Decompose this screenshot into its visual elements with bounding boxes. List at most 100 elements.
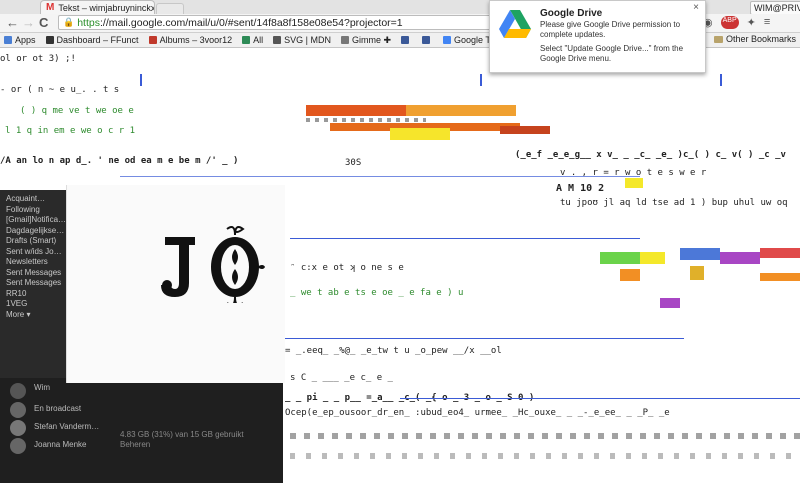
extension-icons: ◉ ABP ✦ ≡ [703, 16, 770, 29]
glitch-text: l 1 q in em e we o c r 1 [5, 126, 136, 136]
glitch-text: ( ) q me ve t we oe e [20, 106, 134, 116]
sidebar-item[interactable]: Dagdagelijkse… [6, 226, 66, 237]
adblock-icon[interactable]: ABP [720, 16, 739, 29]
glitch-line [400, 398, 800, 399]
close-icon[interactable]: × [693, 2, 699, 13]
glitch-strip [290, 453, 800, 459]
glitch-bar [500, 126, 550, 134]
glitch-text: tu jpoʊ jl aq ld tse ad 1 ) bup uhul uw … [560, 198, 788, 208]
bookmark-favicon-icon [340, 36, 349, 44]
google-drive-notification[interactable]: × Google Drive Please give Google Drive … [489, 0, 706, 73]
hangout-item[interactable]: Joanna Menke [34, 440, 86, 449]
attachment-preview [66, 185, 285, 383]
bookmark-item[interactable]: Albums – 3voor12 [148, 35, 232, 45]
glitch-text: 30S [345, 158, 362, 168]
glitch-text: = _.eeq_ _%@_ _e_tw t u _o_pew __/x __ol [285, 346, 502, 356]
glitch-text: A M 10 2 [556, 183, 605, 194]
sidebar-item[interactable]: RR10 [6, 289, 66, 300]
sidebar-item[interactable]: [Gmail]Notifica… [6, 215, 66, 226]
glitch-text: s C _ ___ _e c_ e _ [290, 373, 393, 383]
sidebar-item[interactable]: Sent w/ids Jo… [6, 247, 66, 258]
sidebar-label-list: Acquaint… Following [Gmail]Notifica… Dag… [6, 194, 66, 320]
glitch-bar [390, 128, 450, 140]
forward-icon[interactable]: → [22, 15, 35, 31]
folder-icon [713, 35, 723, 43]
gmail-favicon-icon: M [46, 2, 55, 13]
glitch-bar [306, 105, 406, 116]
glitch-bar [600, 252, 640, 264]
glitch-line [284, 338, 684, 339]
bookmark-favicon-icon [242, 36, 251, 44]
glitch-bar [640, 252, 665, 264]
bookmark-item[interactable]: Gimme ✚ [340, 34, 392, 46]
sidebar-item[interactable]: Sent Messages [6, 278, 66, 289]
gmail-page-glitched: ol or ot 3) ;! - or ( n ~ e u_. . t s ( … [0, 48, 800, 483]
bookmark-item[interactable]: All [242, 35, 263, 45]
glitch-bar [690, 266, 704, 280]
glitch-bar [406, 105, 516, 116]
bookmark-label: Gimme ✚ [351, 34, 392, 45]
glitch-bar [620, 269, 640, 281]
glitch-bar [760, 248, 800, 258]
glitch-bar [760, 273, 800, 281]
sidebar-item[interactable]: Drafts (Smart) [6, 236, 66, 247]
glitch-text: ᵔ c:x e ot ʞ o ne s e [290, 263, 404, 273]
sidebar-item[interactable]: Sent Messages [6, 268, 66, 279]
back-icon[interactable]: ← [6, 15, 19, 31]
url-path: ://mail.google.com/mail/u/0/#sent/14f8a8… [99, 16, 403, 29]
bookmark-favicon-icon [45, 36, 54, 44]
browser-tab-active[interactable]: M Tekst – wimjabruyninckx@ × [40, 0, 155, 14]
glitch-text: - or ( n ~ e u_. . t s [0, 85, 120, 95]
bookmark-item[interactable]: Apps [4, 35, 36, 45]
glitch-text: (_e_f _e_e_g__ x v_ _ _c_ _e_ )c_( ) c_ … [515, 150, 786, 160]
translate-icon[interactable]: ✦ [747, 16, 756, 29]
storage-manage-link[interactable]: Beheren [120, 440, 150, 449]
bookmark-item[interactable] [422, 36, 433, 44]
profile-button[interactable]: WIM@PRIVATE [750, 1, 800, 15]
other-bookmarks[interactable]: Other Bookmarks [713, 34, 796, 44]
avatar [10, 438, 26, 454]
glitch-text: _ we t ab e ts e oe _ e fa e ) u [290, 288, 464, 298]
bookmark-favicon-icon [273, 36, 282, 44]
sidebar-item[interactable]: Following [6, 205, 66, 216]
google-drive-icon [499, 10, 531, 38]
bookmark-favicon-icon [443, 36, 452, 44]
url-scheme: https [77, 16, 100, 29]
notification-message: Please give Google Drive permission to c… [540, 20, 681, 39]
glitch-bar [720, 252, 760, 264]
bookmark-item[interactable] [401, 36, 412, 44]
hangout-item[interactable]: Wim [34, 383, 50, 392]
sidebar-item[interactable]: Acquaint… [6, 194, 66, 205]
bookmark-favicon-icon [148, 36, 157, 44]
bookmark-favicon-icon [401, 36, 410, 44]
glitch-bar [625, 178, 643, 188]
hangout-item[interactable]: En broadcast [34, 404, 81, 413]
glitch-strip [290, 433, 800, 439]
hangout-item[interactable]: Stefan Vanderm… [34, 422, 99, 431]
other-bookmarks-label: Other Bookmarks [725, 34, 796, 44]
sidebar-item[interactable]: More ▾ [6, 310, 66, 321]
sidebar-item[interactable]: 1VEG [6, 299, 66, 310]
hangouts-dark-panel: Wim En broadcast Stefan Vanderm… Joanna … [0, 378, 283, 483]
menu-icon[interactable]: ≡ [764, 16, 770, 29]
bookmark-item[interactable]: Dashboard – FFunct [45, 35, 139, 45]
tab-title: Tekst – wimjabruyninckx@ [58, 2, 155, 13]
ornamental-letters-image [161, 226, 265, 303]
glitch-text: Ocep(e_ep_ousoor_dr_en_ :ubud_eo4_ urmee… [285, 408, 670, 418]
reload-icon[interactable]: C [39, 15, 48, 31]
sidebar-item[interactable]: Newsletters [6, 257, 66, 268]
lock-icon: 🔒 [63, 17, 75, 27]
glitch-bar [660, 298, 680, 308]
bookmark-item[interactable]: SVG | MDN [273, 35, 331, 45]
notification-instruction: Select "Update Google Drive..." from the… [540, 44, 684, 63]
bookmark-label: All [253, 35, 264, 45]
glitch-strip [306, 118, 426, 122]
storage-usage: 4.83 GB (31%) van 15 GB gebruikt [120, 430, 244, 439]
glitch-bar [680, 248, 720, 260]
bookmark-label: Dashboard – FFunct [56, 35, 139, 45]
glitch-mark [480, 74, 482, 86]
glitch-line [120, 176, 640, 177]
bookmark-favicon-icon [422, 36, 431, 44]
glitch-text: ol or ot 3) ;! [0, 54, 76, 64]
notification-title: Google Drive [540, 8, 603, 19]
